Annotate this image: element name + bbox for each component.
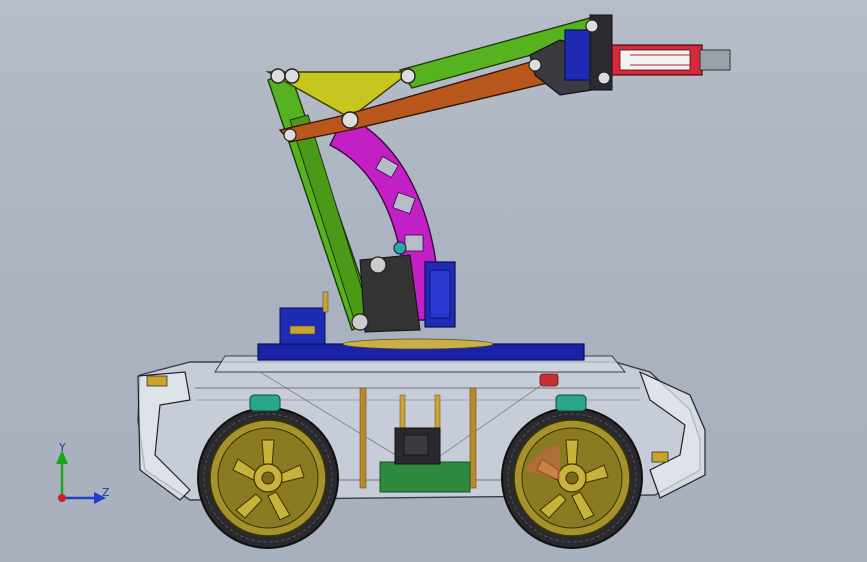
robot-car-model-icon[interactable]	[0, 0, 867, 562]
front-wheel-icon	[197, 407, 339, 549]
triad-y-label: Y	[59, 441, 66, 454]
axis-triad	[56, 450, 106, 504]
cad-viewport[interactable]: Y Z	[0, 0, 867, 562]
rear-wheel-icon	[501, 407, 643, 549]
triad-z-label: Z	[102, 486, 110, 499]
servo-icon	[351, 241, 456, 333]
